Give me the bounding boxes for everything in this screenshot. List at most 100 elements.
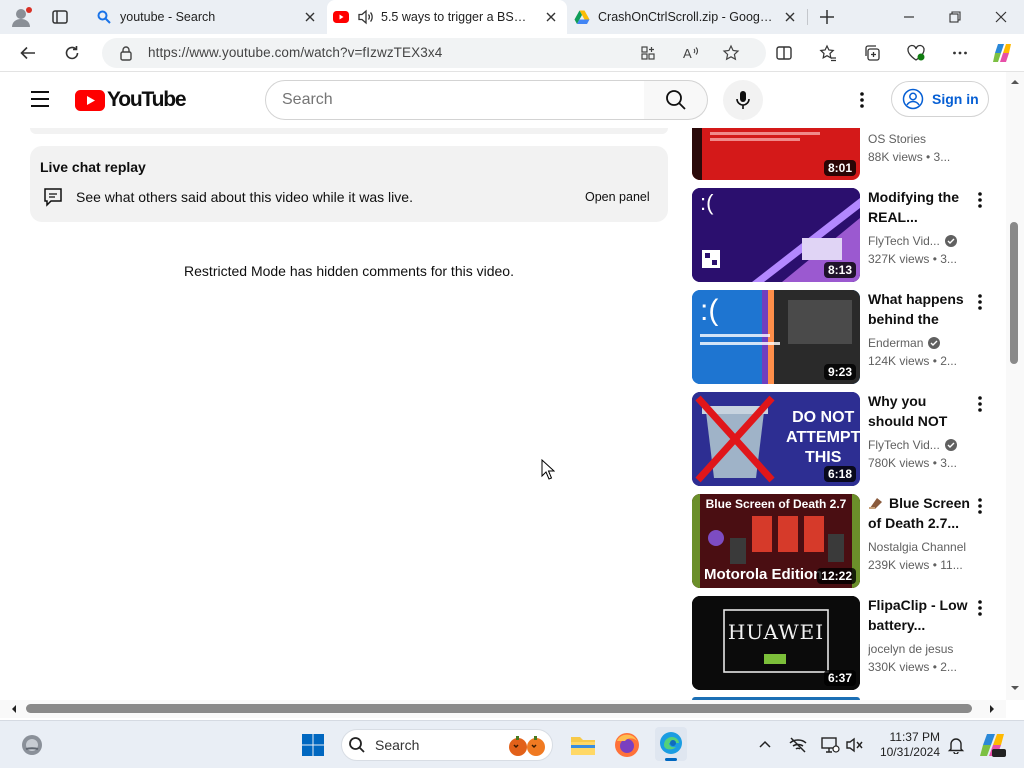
mouse-cursor-icon [541, 459, 555, 481]
url-text[interactable]: https://www.youtube.com/watch?v=fIzwzTEX… [148, 45, 442, 60]
video-duration: 12:22 [817, 568, 856, 584]
minimize-icon[interactable] [900, 8, 918, 26]
lock-icon[interactable] [118, 45, 134, 61]
youtube-logo[interactable]: YouTube [75, 88, 187, 112]
video-meta: 327K views • 3... [868, 252, 957, 266]
copilot-icon[interactable] [988, 39, 1016, 67]
profile-icon[interactable] [10, 6, 34, 28]
speaker-icon[interactable] [357, 9, 373, 25]
scroll-down-arrow-icon[interactable] [1006, 684, 1024, 694]
search-icon [96, 9, 112, 25]
search-input[interactable] [282, 91, 622, 109]
video-action-menu-icon[interactable] [970, 496, 990, 516]
vertical-scrollbar[interactable] [1006, 72, 1024, 700]
video-thumbnail[interactable]: Blue Screen of Death 2.7 Motorola Editio… [692, 494, 860, 588]
video-duration: 6:37 [823, 670, 856, 686]
thumbnail-caption: DO NOT ATTEMPT THIS [786, 409, 860, 466]
video-channel: Enderman [868, 336, 978, 350]
video-channel: Nostalgia Channel [868, 540, 967, 554]
thumbnail-caption: Blue Screen of Death 2.7 [705, 497, 847, 511]
halloween-pumpkin-icon [509, 736, 545, 756]
new-tab-icon[interactable] [818, 8, 836, 26]
widgets-icon[interactable] [20, 733, 44, 757]
firefox-icon[interactable] [613, 731, 641, 759]
close-tab-icon[interactable] [782, 9, 798, 25]
video-channel: OS Stories [868, 132, 927, 146]
favorite-star-icon[interactable] [722, 44, 740, 62]
video-title[interactable]: FlipaClip - Low battery... [868, 595, 972, 635]
windows-start-icon[interactable] [301, 733, 325, 757]
video-action-menu-icon[interactable] [970, 292, 990, 312]
refresh-button[interactable] [58, 39, 86, 67]
scroll-up-arrow-icon[interactable] [1006, 76, 1024, 86]
bsod-face-text: :( [700, 190, 714, 215]
file-explorer-icon[interactable] [569, 731, 597, 759]
browser-tab-strip: youtube - Search 5.5 ways to trigger a B… [0, 0, 1024, 34]
app-available-icon[interactable] [640, 45, 656, 61]
tab-title: youtube - Search [120, 10, 216, 24]
video-action-menu-icon[interactable] [970, 394, 990, 414]
sign-in-button[interactable]: Sign in [891, 81, 989, 117]
menu-hamburger-icon[interactable] [29, 90, 51, 108]
tab-actions-icon[interactable] [51, 8, 69, 26]
show-hidden-icons-chevron-icon[interactable] [758, 738, 772, 752]
tab-youtube-search[interactable]: youtube - Search [86, 0, 326, 34]
video-meta: 780K views • 3... [868, 456, 957, 470]
collections-icon[interactable] [858, 39, 886, 67]
youtube-play-logo-icon [75, 89, 105, 111]
taskbar-search-box[interactable]: Search [341, 729, 553, 761]
tab-bsod-video[interactable]: 5.5 ways to trigger a BSOD in [327, 0, 567, 34]
close-tab-icon[interactable] [543, 9, 559, 25]
open-panel-button[interactable]: Open panel [575, 183, 660, 211]
video-action-menu-icon[interactable] [970, 190, 990, 210]
favorites-icon[interactable] [814, 39, 842, 67]
video-thumbnail[interactable]: :( 9:23 [692, 290, 860, 384]
clock-time: 11:37 PM [889, 730, 940, 744]
read-aloud-icon[interactable]: A [682, 44, 700, 62]
copilot-preview-icon[interactable] [978, 731, 1006, 759]
browser-essentials-icon[interactable] [902, 39, 930, 67]
settings-more-icon[interactable] [946, 39, 974, 67]
scroll-right-arrow-icon[interactable] [988, 700, 998, 718]
split-screen-icon[interactable] [770, 39, 798, 67]
restore-icon[interactable] [946, 8, 964, 26]
search-icon [349, 737, 365, 753]
video-thumbnail[interactable]: :( 8:13 [692, 188, 860, 282]
edge-taskbar-button[interactable] [655, 727, 687, 761]
tab-google-drive[interactable]: CrashOnCtrlScroll.zip - Google Dri [568, 0, 806, 34]
close-tab-icon[interactable] [302, 9, 318, 25]
voice-search-button[interactable] [723, 80, 763, 120]
close-window-icon[interactable] [992, 8, 1010, 26]
horizontal-scrollbar[interactable] [0, 700, 1006, 718]
video-action-menu-icon[interactable] [970, 598, 990, 618]
notification-bell-icon[interactable] [947, 736, 965, 754]
video-duration: 6:18 [823, 466, 856, 482]
video-thumbnail[interactable]: DO NOT ATTEMPT THIS 6:18 [692, 392, 860, 486]
thumbnail-text-line [710, 132, 820, 135]
search-button[interactable] [644, 80, 708, 120]
network-icon[interactable] [788, 735, 808, 755]
settings-kebab-icon[interactable] [852, 90, 872, 110]
video-channel: FlyTech Vid... [868, 438, 978, 452]
live-chat-description: See what others said about this video wh… [76, 189, 413, 205]
vertical-scrollbar-thumb[interactable] [1010, 222, 1018, 364]
account-circle-icon [902, 88, 924, 110]
search-box[interactable] [265, 80, 645, 120]
horizontal-scrollbar-thumb[interactable] [26, 704, 972, 713]
video-title[interactable]: Blue Screen of Death 2.7... [868, 493, 972, 533]
taskbar-clock[interactable]: 11:37 PM 10/31/2024 [870, 730, 940, 760]
video-title[interactable]: Modifying the REAL... [868, 187, 972, 227]
video-duration: 9:23 [823, 364, 856, 380]
display-icon[interactable] [820, 735, 840, 755]
scroll-left-arrow-icon[interactable] [8, 700, 18, 718]
video-thumbnail[interactable]: HUAWEI 6:37 [692, 596, 860, 690]
volume-muted-icon[interactable] [845, 735, 865, 755]
back-button[interactable] [14, 39, 42, 67]
address-bar[interactable]: https://www.youtube.com/watch?v=fIzwzTEX… [102, 38, 766, 68]
video-meta: 330K views • 2... [868, 660, 957, 674]
video-title[interactable]: What happens behind the Blu... [868, 289, 972, 329]
video-thumbnail[interactable]: 8:01 [692, 128, 860, 180]
video-title[interactable]: Why you should NOT delete... [868, 391, 972, 431]
thumbnail-text-line [710, 138, 800, 141]
verified-badge-icon [944, 235, 957, 247]
